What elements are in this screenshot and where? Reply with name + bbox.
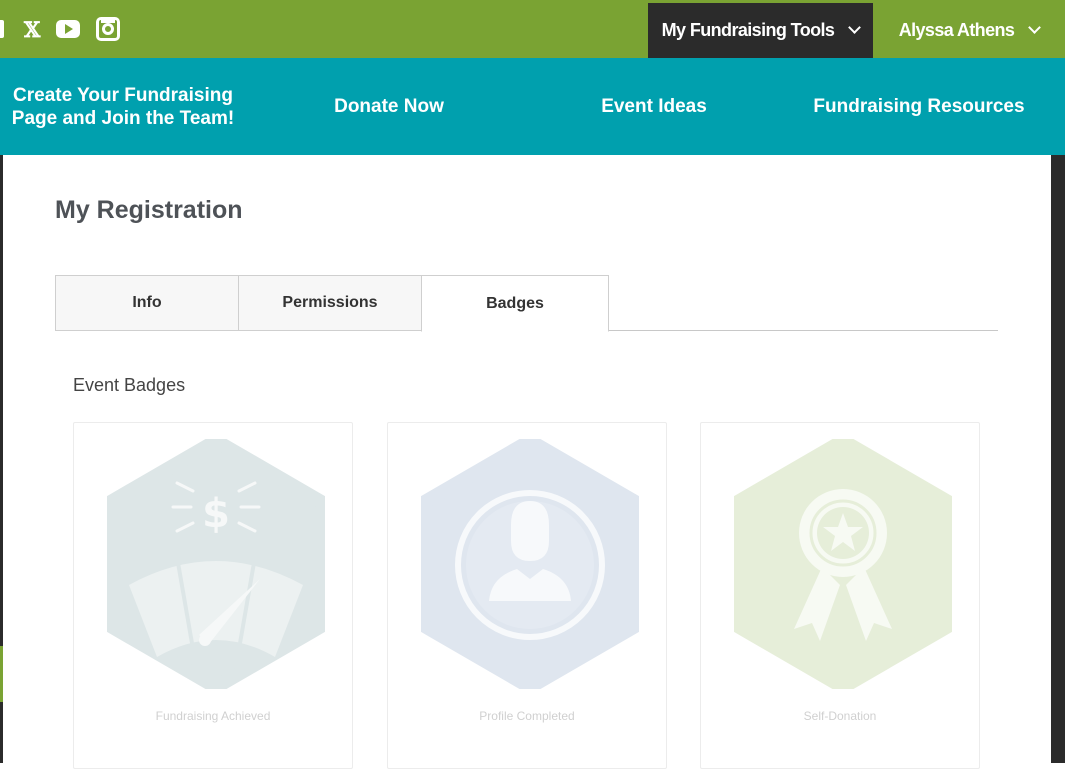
right-edge-bar [1051,155,1065,763]
tab-label: Badges [486,294,544,312]
nav-label: Donate Now [334,96,444,117]
my-fundraising-tools-dropdown[interactable]: My Fundraising Tools [648,3,873,58]
tab-permissions[interactable]: Permissions [238,275,422,331]
profile-user-icon [421,439,639,689]
tools-label: My Fundraising Tools [661,20,835,40]
x-glyph: 𝕏 [24,16,41,42]
main-nav: Create Your Fundraising Page and Join th… [0,58,1065,155]
award-ribbon-icon [734,439,952,689]
facebook-icon[interactable] [0,16,4,42]
nav-event-ideas[interactable]: Event Ideas [565,58,743,155]
left-edge-accent [0,646,3,702]
tab-label: Permissions [282,294,378,311]
tab-info[interactable]: Info [55,275,239,331]
section-title: Event Badges [73,375,186,395]
youtube-icon[interactable] [56,16,80,42]
user-name: Alyssa Athens [898,20,1015,40]
user-menu-dropdown[interactable]: Alyssa Athens [873,3,1065,58]
registration-tabs: Info Permissions Badges [55,275,998,332]
badge-card: $ Fundraising Achieved [73,422,353,769]
x-icon[interactable]: 𝕏 [24,16,40,42]
chevron-down-icon [1028,21,1042,34]
badge-label: Fundraising Achieved [155,709,271,723]
nav-donate-now[interactable]: Donate Now [300,58,478,155]
nav-label: Fundraising Resources [813,96,1025,117]
nav-label: Event Ideas [601,96,707,117]
chevron-down-icon [848,21,862,34]
fundraising-gauge-icon: $ [107,439,325,689]
nav-label: Create Your Fundraising Page and Join th… [11,84,235,129]
top-bar: 𝕏 My Fundraising Tools Alyssa Athens [0,0,1065,58]
nav-create-page[interactable]: Create Your Fundraising Page and Join th… [8,58,238,155]
badge-label: Self-Donation [803,709,877,723]
page-title: My Registration [55,196,243,224]
badge-card: Profile Completed [387,422,667,769]
nav-fundraising-resources[interactable]: Fundraising Resources [795,58,1043,155]
tab-label: Info [132,294,162,311]
instagram-icon[interactable] [96,16,120,42]
badge-card: Self-Donation [700,422,980,769]
badge-label: Profile Completed [479,709,575,723]
svg-text:$: $ [202,491,230,537]
tab-badges[interactable]: Badges [421,275,609,332]
